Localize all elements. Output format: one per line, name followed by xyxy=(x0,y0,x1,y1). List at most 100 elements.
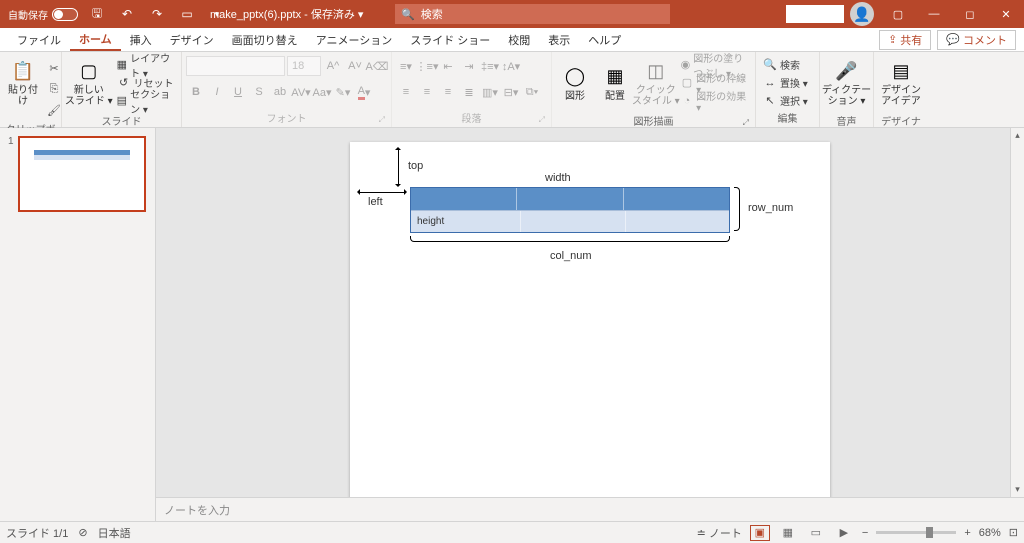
scroll-up-icon[interactable]: ▴ xyxy=(1015,130,1020,141)
line-spacing-icon[interactable]: ‡≡▾ xyxy=(480,56,500,76)
strike-icon[interactable]: S xyxy=(249,82,269,102)
spacing-icon[interactable]: AV▾ xyxy=(291,82,311,102)
slide-thumbnail-panel: 1 xyxy=(0,128,156,521)
paste-button[interactable]: 📋 貼り付け xyxy=(4,54,42,112)
numbering-icon[interactable]: ⋮≡▾ xyxy=(417,56,437,76)
smartart-icon[interactable]: ⧉▾ xyxy=(522,82,542,102)
font-color-icon[interactable]: A▾ xyxy=(354,82,374,102)
launcher-icon[interactable]: ⤢ xyxy=(539,115,545,125)
vertical-scrollbar[interactable]: ▴ ▾ xyxy=(1010,128,1024,497)
document-title[interactable]: make_pptx(6).pptx - 保存済み ▾ xyxy=(210,6,363,22)
dictate-button[interactable]: 🎤ディクテー ション ▾ xyxy=(824,54,869,112)
group-drawing-label: 図形描画 xyxy=(634,117,674,128)
align-center-icon[interactable]: ≡ xyxy=(417,82,437,102)
arrange-button[interactable]: ▦配置 xyxy=(596,54,634,112)
tab-file[interactable]: ファイル xyxy=(8,28,70,51)
layout-button[interactable]: ▦レイアウト ▾ xyxy=(114,56,177,73)
launcher-icon[interactable]: ⤢ xyxy=(379,115,385,125)
share-button[interactable]: ⇪共有 xyxy=(879,30,931,50)
toggle-switch-icon[interactable] xyxy=(52,8,78,21)
zoom-out-icon[interactable]: − xyxy=(862,527,868,539)
design-ideas-button[interactable]: ▤デザイン アイデア xyxy=(878,54,924,112)
slideshow-start-icon[interactable]: ▭ xyxy=(176,3,198,25)
tab-home[interactable]: ホーム xyxy=(70,28,121,51)
outline-icon: ▢ xyxy=(681,76,694,90)
new-slide-button[interactable]: ▢ 新しい スライド ▾ xyxy=(66,54,112,112)
slide-counter[interactable]: スライド 1/1 xyxy=(6,525,68,541)
select-icon: ↖ xyxy=(763,94,777,108)
minimize-button[interactable]: — xyxy=(916,0,952,28)
columns-icon[interactable]: ▥▾ xyxy=(480,82,500,102)
save-icon[interactable]: 🖫 xyxy=(86,3,108,25)
redo-icon[interactable]: ↷ xyxy=(146,3,168,25)
label-width: width xyxy=(545,172,571,184)
underline-icon[interactable]: U xyxy=(228,82,248,102)
comment-button[interactable]: 💬コメント xyxy=(937,30,1016,50)
tab-view[interactable]: 表示 xyxy=(539,28,579,51)
work-area: 1 top left width height xyxy=(0,128,1024,521)
user-avatar-icon[interactable]: 👤 xyxy=(850,2,874,26)
format-painter-icon[interactable]: 🖌 xyxy=(44,100,64,120)
shadow-icon[interactable]: ab xyxy=(270,82,290,102)
sorter-view-icon[interactable]: ▦ xyxy=(778,525,798,541)
tab-animations[interactable]: アニメーション xyxy=(307,28,402,51)
design-ideas-icon: ▤ xyxy=(889,59,913,83)
table-object[interactable]: height xyxy=(410,187,730,233)
search-box[interactable]: 🔍 検索 xyxy=(395,4,670,24)
undo-icon[interactable]: ↶ xyxy=(116,3,138,25)
font-size-combo[interactable]: 18 xyxy=(287,56,321,76)
align-text-icon[interactable]: ⊟▾ xyxy=(501,82,521,102)
slide-thumbnail-1[interactable] xyxy=(18,136,146,212)
maximize-button[interactable]: ◻ xyxy=(952,0,988,28)
select-button[interactable]: ↖選択 ▾ xyxy=(760,92,811,109)
zoom-slider[interactable] xyxy=(876,531,956,534)
clear-format-icon[interactable]: A⌫ xyxy=(367,56,387,76)
increase-font-icon[interactable]: A^ xyxy=(323,56,343,76)
reading-view-icon[interactable]: ▭ xyxy=(806,525,826,541)
ribbon-mode-icon[interactable]: ▢ xyxy=(880,0,916,28)
slideshow-view-icon[interactable]: ▶ xyxy=(834,525,854,541)
copy-icon[interactable]: ⎘ xyxy=(44,79,64,99)
zoom-level[interactable]: 68% xyxy=(979,527,1001,539)
bold-icon[interactable]: B xyxy=(186,82,206,102)
scroll-down-icon[interactable]: ▾ xyxy=(1015,484,1020,495)
replace-button[interactable]: ↔置換 ▾ xyxy=(760,74,811,91)
slide-canvas[interactable]: top left width height row_num col_num xyxy=(350,142,830,497)
spellcheck-icon[interactable]: ⊘ xyxy=(78,526,87,539)
tab-slideshow[interactable]: スライド ショー xyxy=(401,28,499,51)
align-left-icon[interactable]: ≡ xyxy=(396,82,416,102)
normal-view-icon[interactable]: ▣ xyxy=(750,525,770,541)
font-family-combo[interactable] xyxy=(186,56,285,76)
decrease-font-icon[interactable]: A˅ xyxy=(345,56,365,76)
notes-pane[interactable]: ノートを入力 xyxy=(156,497,1024,521)
case-icon[interactable]: Aa▾ xyxy=(312,82,332,102)
close-button[interactable]: ✕ xyxy=(988,0,1024,28)
indent-dec-icon[interactable]: ⇤ xyxy=(438,56,458,76)
language-label[interactable]: 日本語 xyxy=(98,525,131,541)
fit-window-icon[interactable]: ⊡ xyxy=(1009,526,1018,539)
tab-design[interactable]: デザイン xyxy=(161,28,223,51)
shapes-button[interactable]: ◯図形 xyxy=(556,54,594,112)
autosave-toggle[interactable]: 自動保存 xyxy=(8,7,78,22)
notes-toggle[interactable]: ≐ ノート xyxy=(697,525,742,541)
italic-icon[interactable]: I xyxy=(207,82,227,102)
align-right-icon[interactable]: ≡ xyxy=(438,82,458,102)
bullets-icon[interactable]: ≡▾ xyxy=(396,56,416,76)
justify-icon[interactable]: ≣ xyxy=(459,82,479,102)
tab-review[interactable]: 校閲 xyxy=(499,28,539,51)
highlight-icon[interactable]: ✎▾ xyxy=(333,82,353,102)
signin-box[interactable] xyxy=(786,5,844,23)
tab-help[interactable]: ヘルプ xyxy=(579,28,630,51)
quickstyles-button[interactable]: ◫クイック スタイル ▾ xyxy=(636,54,676,112)
cut-icon[interactable]: ✂ xyxy=(44,58,64,78)
text-direction-icon[interactable]: ↕A▾ xyxy=(501,56,521,76)
find-button[interactable]: 🔍検索 xyxy=(760,56,811,73)
tab-transitions[interactable]: 画面切り替え xyxy=(223,28,307,51)
indent-inc-icon[interactable]: ⇥ xyxy=(459,56,479,76)
label-top: top xyxy=(408,160,423,172)
zoom-in-icon[interactable]: + xyxy=(964,527,970,539)
section-button[interactable]: ▤セクション ▾ xyxy=(114,92,177,109)
launcher-icon[interactable]: ⤢ xyxy=(743,118,749,128)
shape-effects-button[interactable]: ◔図形の効果 ▾ xyxy=(678,92,751,109)
tab-insert[interactable]: 挿入 xyxy=(121,28,161,51)
